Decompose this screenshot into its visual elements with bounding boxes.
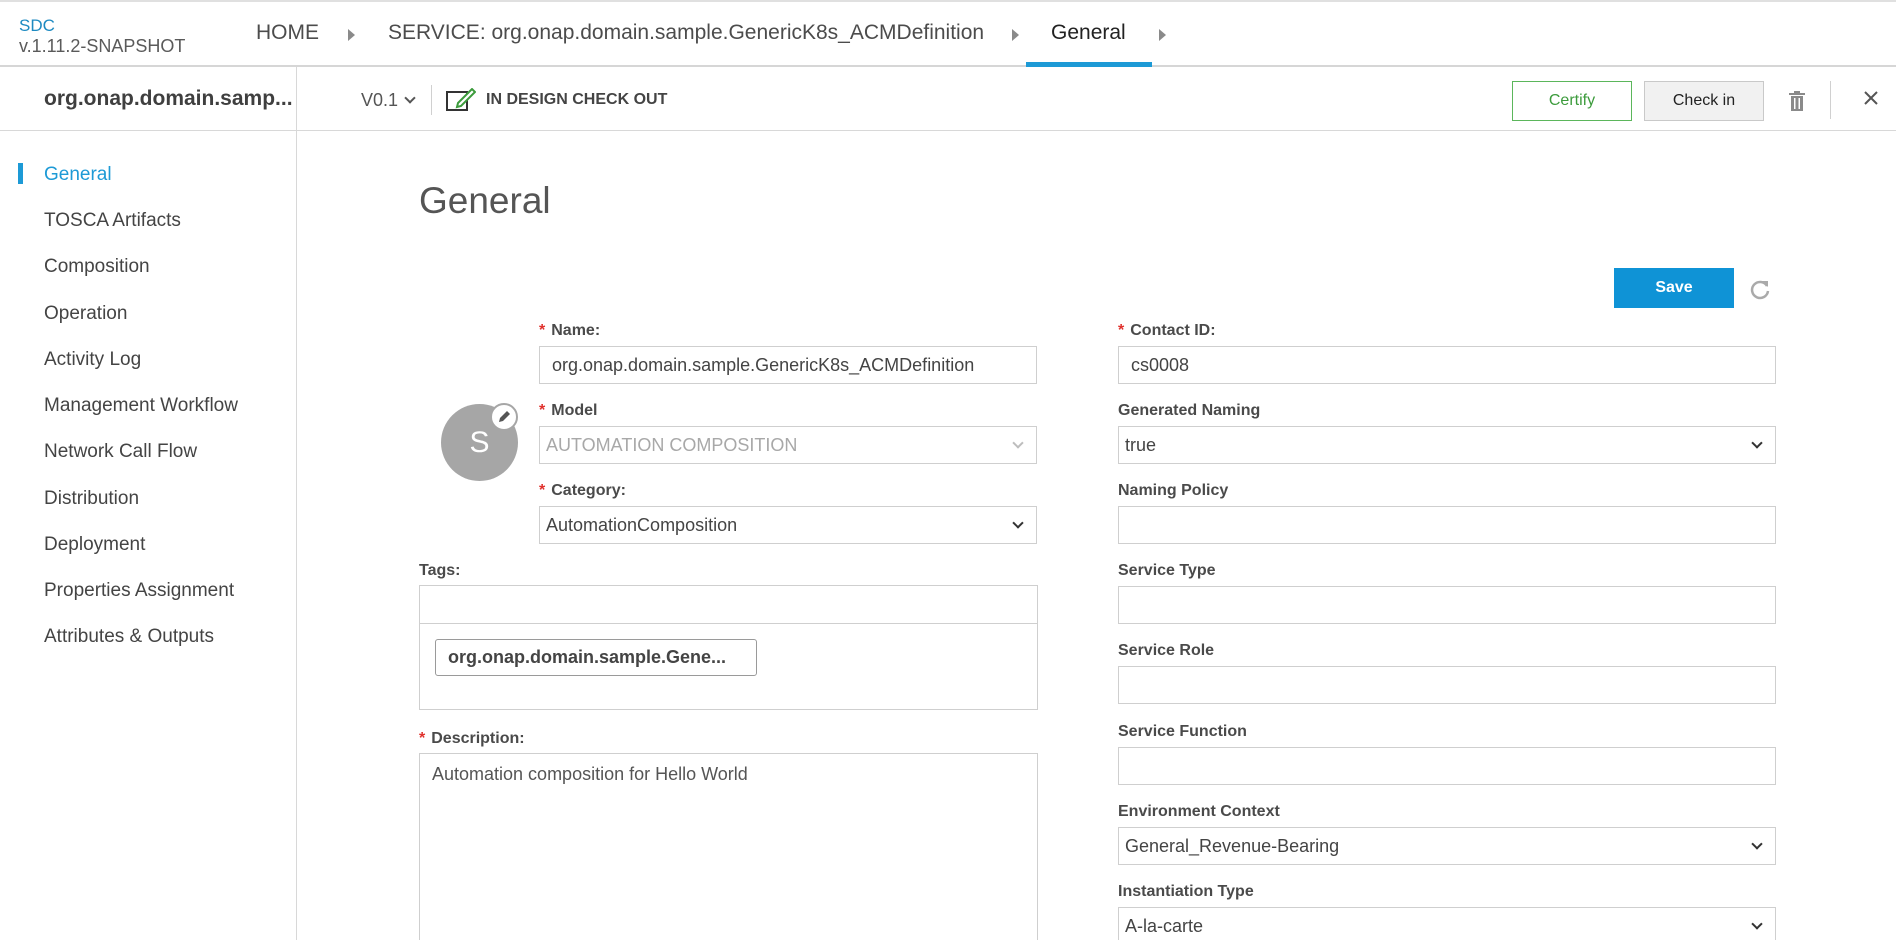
- checkout-edit-icon: [446, 88, 476, 111]
- app-brand: SDC: [19, 16, 55, 35]
- generated-naming-select[interactable]: true: [1118, 426, 1776, 464]
- sidebar-item-network-call-flow[interactable]: Network Call Flow: [44, 441, 197, 463]
- model-label: * Model: [539, 402, 597, 420]
- breadcrumb-home[interactable]: HOME: [256, 21, 319, 45]
- name-label: * Name:: [539, 322, 600, 340]
- required-marker: *: [1118, 322, 1125, 339]
- refresh-icon[interactable]: [1749, 278, 1771, 300]
- name-field[interactable]: org.onap.domain.sample.GenericK8s_ACMDef…: [539, 346, 1037, 384]
- generated-naming-label: Generated Naming: [1118, 402, 1261, 419]
- required-marker: *: [539, 482, 546, 499]
- sidebar-item-deployment[interactable]: Deployment: [44, 534, 145, 556]
- sidebar-item-activity-log[interactable]: Activity Log: [44, 349, 141, 371]
- app-version: v.1.11.2-SNAPSHOT: [19, 36, 186, 56]
- version-label: V0.1: [361, 90, 399, 110]
- sidebar-item-general[interactable]: General: [44, 164, 112, 186]
- edit-avatar-button[interactable]: [490, 403, 518, 431]
- chevron-down-icon: [1751, 838, 1763, 850]
- instantiation-type-value: A-la-carte: [1125, 916, 1204, 936]
- category-label-text: Category:: [551, 482, 626, 499]
- instantiation-type-label: Instantiation Type: [1118, 883, 1254, 900]
- model-label-text: Model: [551, 402, 598, 419]
- tags-container: org.onap.domain.sample.Gene...: [419, 585, 1038, 710]
- save-button[interactable]: Save: [1614, 268, 1734, 308]
- certify-button[interactable]: Certify: [1512, 81, 1632, 121]
- sidebar-item-properties-assignment[interactable]: Properties Assignment: [44, 580, 234, 602]
- sidebar-item-operation[interactable]: Operation: [44, 303, 127, 325]
- naming-policy-label: Naming Policy: [1118, 482, 1229, 499]
- chevron-down-icon: [1012, 437, 1024, 449]
- divider: [431, 85, 432, 115]
- service-role-field[interactable]: [1118, 666, 1776, 704]
- sidebar-item-distribution[interactable]: Distribution: [44, 488, 139, 510]
- environment-context-label: Environment Context: [1118, 803, 1280, 820]
- category-label: * Category:: [539, 482, 626, 500]
- chevron-down-icon: [1751, 918, 1763, 930]
- name-label-text: Name:: [551, 322, 601, 339]
- required-marker: *: [539, 322, 546, 339]
- chevron-down-icon: [1751, 437, 1763, 449]
- active-nav-indicator: [18, 163, 23, 184]
- contact-id-label: * Contact ID:: [1118, 322, 1216, 340]
- breadcrumb-service[interactable]: SERVICE: org.onap.domain.sample.GenericK…: [388, 21, 984, 45]
- divider: [296, 67, 297, 131]
- service-function-field[interactable]: [1118, 747, 1776, 785]
- app-logo[interactable]: SDC v.1.11.2-SNAPSHOT: [19, 16, 185, 56]
- sidebar: General TOSCA Artifacts Composition Oper…: [0, 131, 297, 940]
- category-value: AutomationComposition: [546, 515, 738, 535]
- service-function-label: Service Function: [1118, 723, 1247, 740]
- sidebar-item-tosca-artifacts[interactable]: TOSCA Artifacts: [44, 210, 181, 232]
- description-textarea[interactable]: Automation composition for Hello World: [419, 753, 1038, 940]
- lifecycle-status: IN DESIGN CHECK OUT: [446, 88, 667, 112]
- check-in-button[interactable]: Check in: [1644, 81, 1764, 121]
- chevron-down-icon: [404, 92, 416, 104]
- service-type-label: Service Type: [1118, 562, 1216, 579]
- sidebar-item-composition[interactable]: Composition: [44, 256, 150, 278]
- model-value: AUTOMATION COMPOSITION: [546, 435, 798, 455]
- description-label-text: Description:: [431, 730, 525, 747]
- version-selector[interactable]: V0.1: [361, 90, 416, 111]
- sidebar-item-management-workflow[interactable]: Management Workflow: [44, 395, 238, 417]
- service-type-field[interactable]: [1118, 586, 1776, 624]
- category-select[interactable]: AutomationComposition: [539, 506, 1037, 544]
- breadcrumb-arrow-icon[interactable]: [348, 29, 355, 41]
- close-icon[interactable]: [1863, 90, 1879, 106]
- naming-policy-field[interactable]: [1118, 506, 1776, 544]
- workspace-header: org.onap.domain.samp... V0.1 IN DESIGN C…: [0, 67, 1896, 131]
- instantiation-type-select[interactable]: A-la-carte: [1118, 907, 1776, 940]
- page-title: General: [419, 180, 551, 221]
- tag-chip[interactable]: org.onap.domain.sample.Gene...: [435, 639, 757, 676]
- breadcrumb-arrow-icon[interactable]: [1159, 29, 1166, 41]
- breadcrumb-current[interactable]: General: [1051, 21, 1126, 45]
- top-navigation-bar: SDC v.1.11.2-SNAPSHOT HOME SERVICE: org.…: [0, 0, 1896, 67]
- model-select[interactable]: AUTOMATION COMPOSITION: [539, 426, 1037, 464]
- divider: [1830, 81, 1831, 119]
- entity-name: org.onap.domain.samp...: [44, 87, 293, 110]
- chevron-down-icon: [1012, 517, 1024, 529]
- environment-context-value: General_Revenue-Bearing: [1125, 836, 1340, 856]
- environment-context-select[interactable]: General_Revenue-Bearing: [1118, 827, 1776, 865]
- breadcrumb-arrow-icon[interactable]: [1012, 29, 1019, 41]
- sidebar-item-attributes-outputs[interactable]: Attributes & Outputs: [44, 626, 214, 648]
- contact-id-field[interactable]: cs0008: [1118, 346, 1776, 384]
- tags-label: Tags:: [419, 562, 461, 579]
- trash-icon[interactable]: [1788, 91, 1806, 111]
- status-text: IN DESIGN CHECK OUT: [486, 91, 668, 108]
- contact-id-label-text: Contact ID:: [1130, 322, 1216, 339]
- required-marker: *: [419, 730, 426, 747]
- required-marker: *: [539, 402, 546, 419]
- pencil-icon: [499, 411, 510, 422]
- description-label: * Description:: [419, 730, 525, 748]
- service-role-label: Service Role: [1118, 642, 1215, 659]
- generated-naming-value: true: [1125, 435, 1157, 455]
- tags-input[interactable]: [420, 586, 1037, 624]
